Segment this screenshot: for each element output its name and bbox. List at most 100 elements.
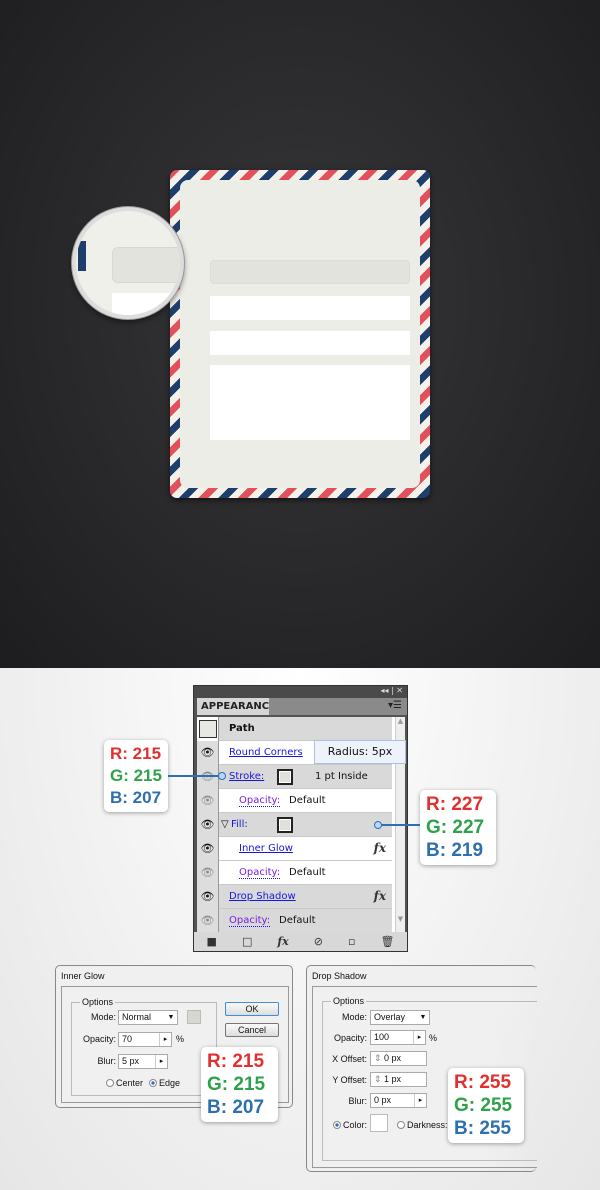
mode-select[interactable]: Normal ▼ [118, 1010, 178, 1025]
magnifier [72, 207, 184, 319]
drop-shadow-color-callout: R: 255 G: 255 B: 255 [448, 1068, 524, 1143]
fill-link[interactable]: Fill: [231, 819, 248, 830]
fill-color-callout: R: 227 G: 227 B: 219 [420, 790, 496, 865]
email-field-shape [210, 331, 410, 355]
stroke-link[interactable]: Stroke: [229, 771, 264, 782]
blur-label: Blur: [348, 1096, 367, 1106]
opacity-input[interactable]: 70 ▸ [118, 1032, 172, 1047]
blur-input[interactable]: 5 px ▸ [118, 1054, 168, 1069]
callout-line [168, 775, 218, 777]
dialog-title: Inner Glow [61, 971, 105, 981]
red-value: R: 215 [207, 1051, 265, 1072]
eye-icon[interactable]: 👁 [197, 909, 219, 933]
color-radio[interactable]: Color: [333, 1120, 367, 1130]
stroke-color-callout: R: 215 G: 215 B: 207 [104, 740, 168, 812]
eye-icon[interactable]: 👁 [197, 765, 219, 789]
path-thumbnail [198, 720, 217, 738]
x-offset-input[interactable]: ⇕ 0 px [370, 1051, 427, 1066]
opacity-link[interactable]: Opacity: [229, 915, 271, 927]
fx-icon[interactable]: fx [374, 841, 386, 855]
fill-row[interactable]: 👁 ▽ Fill: [197, 813, 392, 837]
airmail-envelope [170, 170, 430, 498]
x-offset-label: X Offset: [332, 1054, 367, 1064]
opacity-link[interactable]: Opacity: [239, 795, 281, 807]
delete-icon[interactable]: 🗑 [380, 935, 394, 948]
green-value: G: 255 [454, 1095, 513, 1116]
callout-pin [374, 821, 382, 829]
duplicate-item-icon[interactable]: ▫ [348, 935, 355, 948]
callout-pin [218, 772, 226, 780]
opacity-input[interactable]: 100 ▸ [370, 1030, 426, 1045]
eye-icon[interactable]: 👁 [197, 741, 219, 765]
panel-toolbar: ■ □ fx ⊘ ▫ 🗑 [194, 932, 407, 951]
inner-glow-link[interactable]: Inner Glow [239, 843, 293, 854]
path-row[interactable]: Path [197, 717, 392, 741]
ok-button[interactable]: OK [225, 1002, 279, 1016]
stroke-row[interactable]: 👁 Stroke: 1 pt Inside [197, 765, 392, 789]
cancel-button[interactable]: Cancel [225, 1023, 279, 1037]
percent-label: % [176, 1034, 185, 1044]
inner-glow-row[interactable]: 👁 Inner Glow fx [197, 837, 392, 861]
clear-appearance-icon[interactable]: ⊘ [314, 935, 323, 948]
stroke-value: 1 pt Inside [315, 771, 368, 782]
darkness-radio[interactable]: Darkness: [397, 1120, 448, 1130]
opacity-link[interactable]: Opacity: [239, 867, 281, 879]
mode-select[interactable]: Overlay ▼ [370, 1010, 430, 1025]
mode-label: Mode: [341, 1012, 367, 1022]
magnified-stripe [78, 241, 86, 271]
panel-menu-icon[interactable]: ▾☰ [269, 698, 407, 715]
shadow-color-swatch[interactable] [370, 1114, 388, 1132]
green-value: G: 215 [207, 1074, 266, 1095]
eye-icon[interactable]: 👁 [197, 837, 219, 861]
eye-icon[interactable]: 👁 [197, 789, 219, 813]
y-offset-label: Y Offset: [332, 1075, 367, 1085]
eye-icon[interactable]: 👁 [197, 885, 219, 909]
add-fill-icon[interactable]: □ [242, 935, 252, 948]
eye-icon[interactable]: 👁 [197, 861, 219, 885]
canvas-background [0, 0, 600, 668]
y-offset-input[interactable]: ⇕ 1 px [370, 1072, 427, 1087]
name-field-shape [210, 296, 410, 320]
blur-input[interactable]: 0 px ▸ [370, 1093, 427, 1108]
stroke-swatch[interactable] [277, 769, 293, 785]
eye-icon[interactable]: 👁 [197, 813, 219, 837]
opacity-value: Default [289, 795, 326, 806]
fill-swatch[interactable] [277, 817, 293, 833]
add-effect-icon[interactable]: fx [277, 935, 288, 948]
red-value: R: 227 [426, 794, 484, 815]
drop-shadow-link[interactable]: Drop Shadow [229, 891, 296, 902]
opacity-label: Opacity: [82, 1034, 116, 1044]
percent-label: % [429, 1033, 438, 1043]
magnified-header-bar [112, 247, 180, 283]
radius-tooltip: Radius: 5px [314, 740, 406, 764]
add-stroke-icon[interactable]: ■ [207, 935, 217, 948]
fill-opacity-row[interactable]: 👁 Opacity: Default [197, 861, 392, 885]
blue-value: B: 255 [454, 1118, 512, 1139]
panel-titlebar: ◂◂ | ✕ [194, 686, 407, 698]
green-value: G: 227 [426, 817, 485, 838]
mode-label: Mode: [90, 1012, 116, 1022]
opacity-value: Default [279, 915, 316, 926]
opacity-value: Default [289, 867, 326, 878]
drop-shadow-row[interactable]: 👁 Drop Shadow fx [197, 885, 392, 909]
disclosure-triangle-icon[interactable]: ▽ [221, 819, 229, 830]
header-bar [210, 260, 410, 284]
blur-label: Blur: [97, 1056, 116, 1066]
blue-value: B: 219 [426, 840, 484, 861]
fx-icon[interactable]: fx [374, 889, 386, 903]
edge-radio[interactable]: Edge [149, 1078, 180, 1088]
object-opacity-row[interactable]: 👁 Opacity: Default [197, 909, 392, 933]
close-icon[interactable]: ✕ [396, 686, 403, 695]
opacity-label: Opacity: [333, 1033, 367, 1043]
glow-color-swatch[interactable] [187, 1010, 201, 1024]
green-value: G: 215 [110, 766, 162, 785]
center-radio[interactable]: Center [106, 1078, 143, 1088]
blue-value: B: 207 [110, 788, 162, 807]
round-corners-link[interactable]: Round Corners [229, 747, 303, 758]
path-label: Path [229, 723, 255, 734]
stroke-opacity-row[interactable]: 👁 Opacity: Default [197, 789, 392, 813]
appearance-panel: ◂◂ | ✕ APPEARANCE ▾☰ Path 👁 Round Corner… [193, 685, 408, 952]
red-value: R: 255 [454, 1072, 512, 1093]
double-chevron-left-icon[interactable]: ◂◂ [380, 686, 388, 695]
tab-appearance[interactable]: APPEARANCE [197, 698, 276, 715]
